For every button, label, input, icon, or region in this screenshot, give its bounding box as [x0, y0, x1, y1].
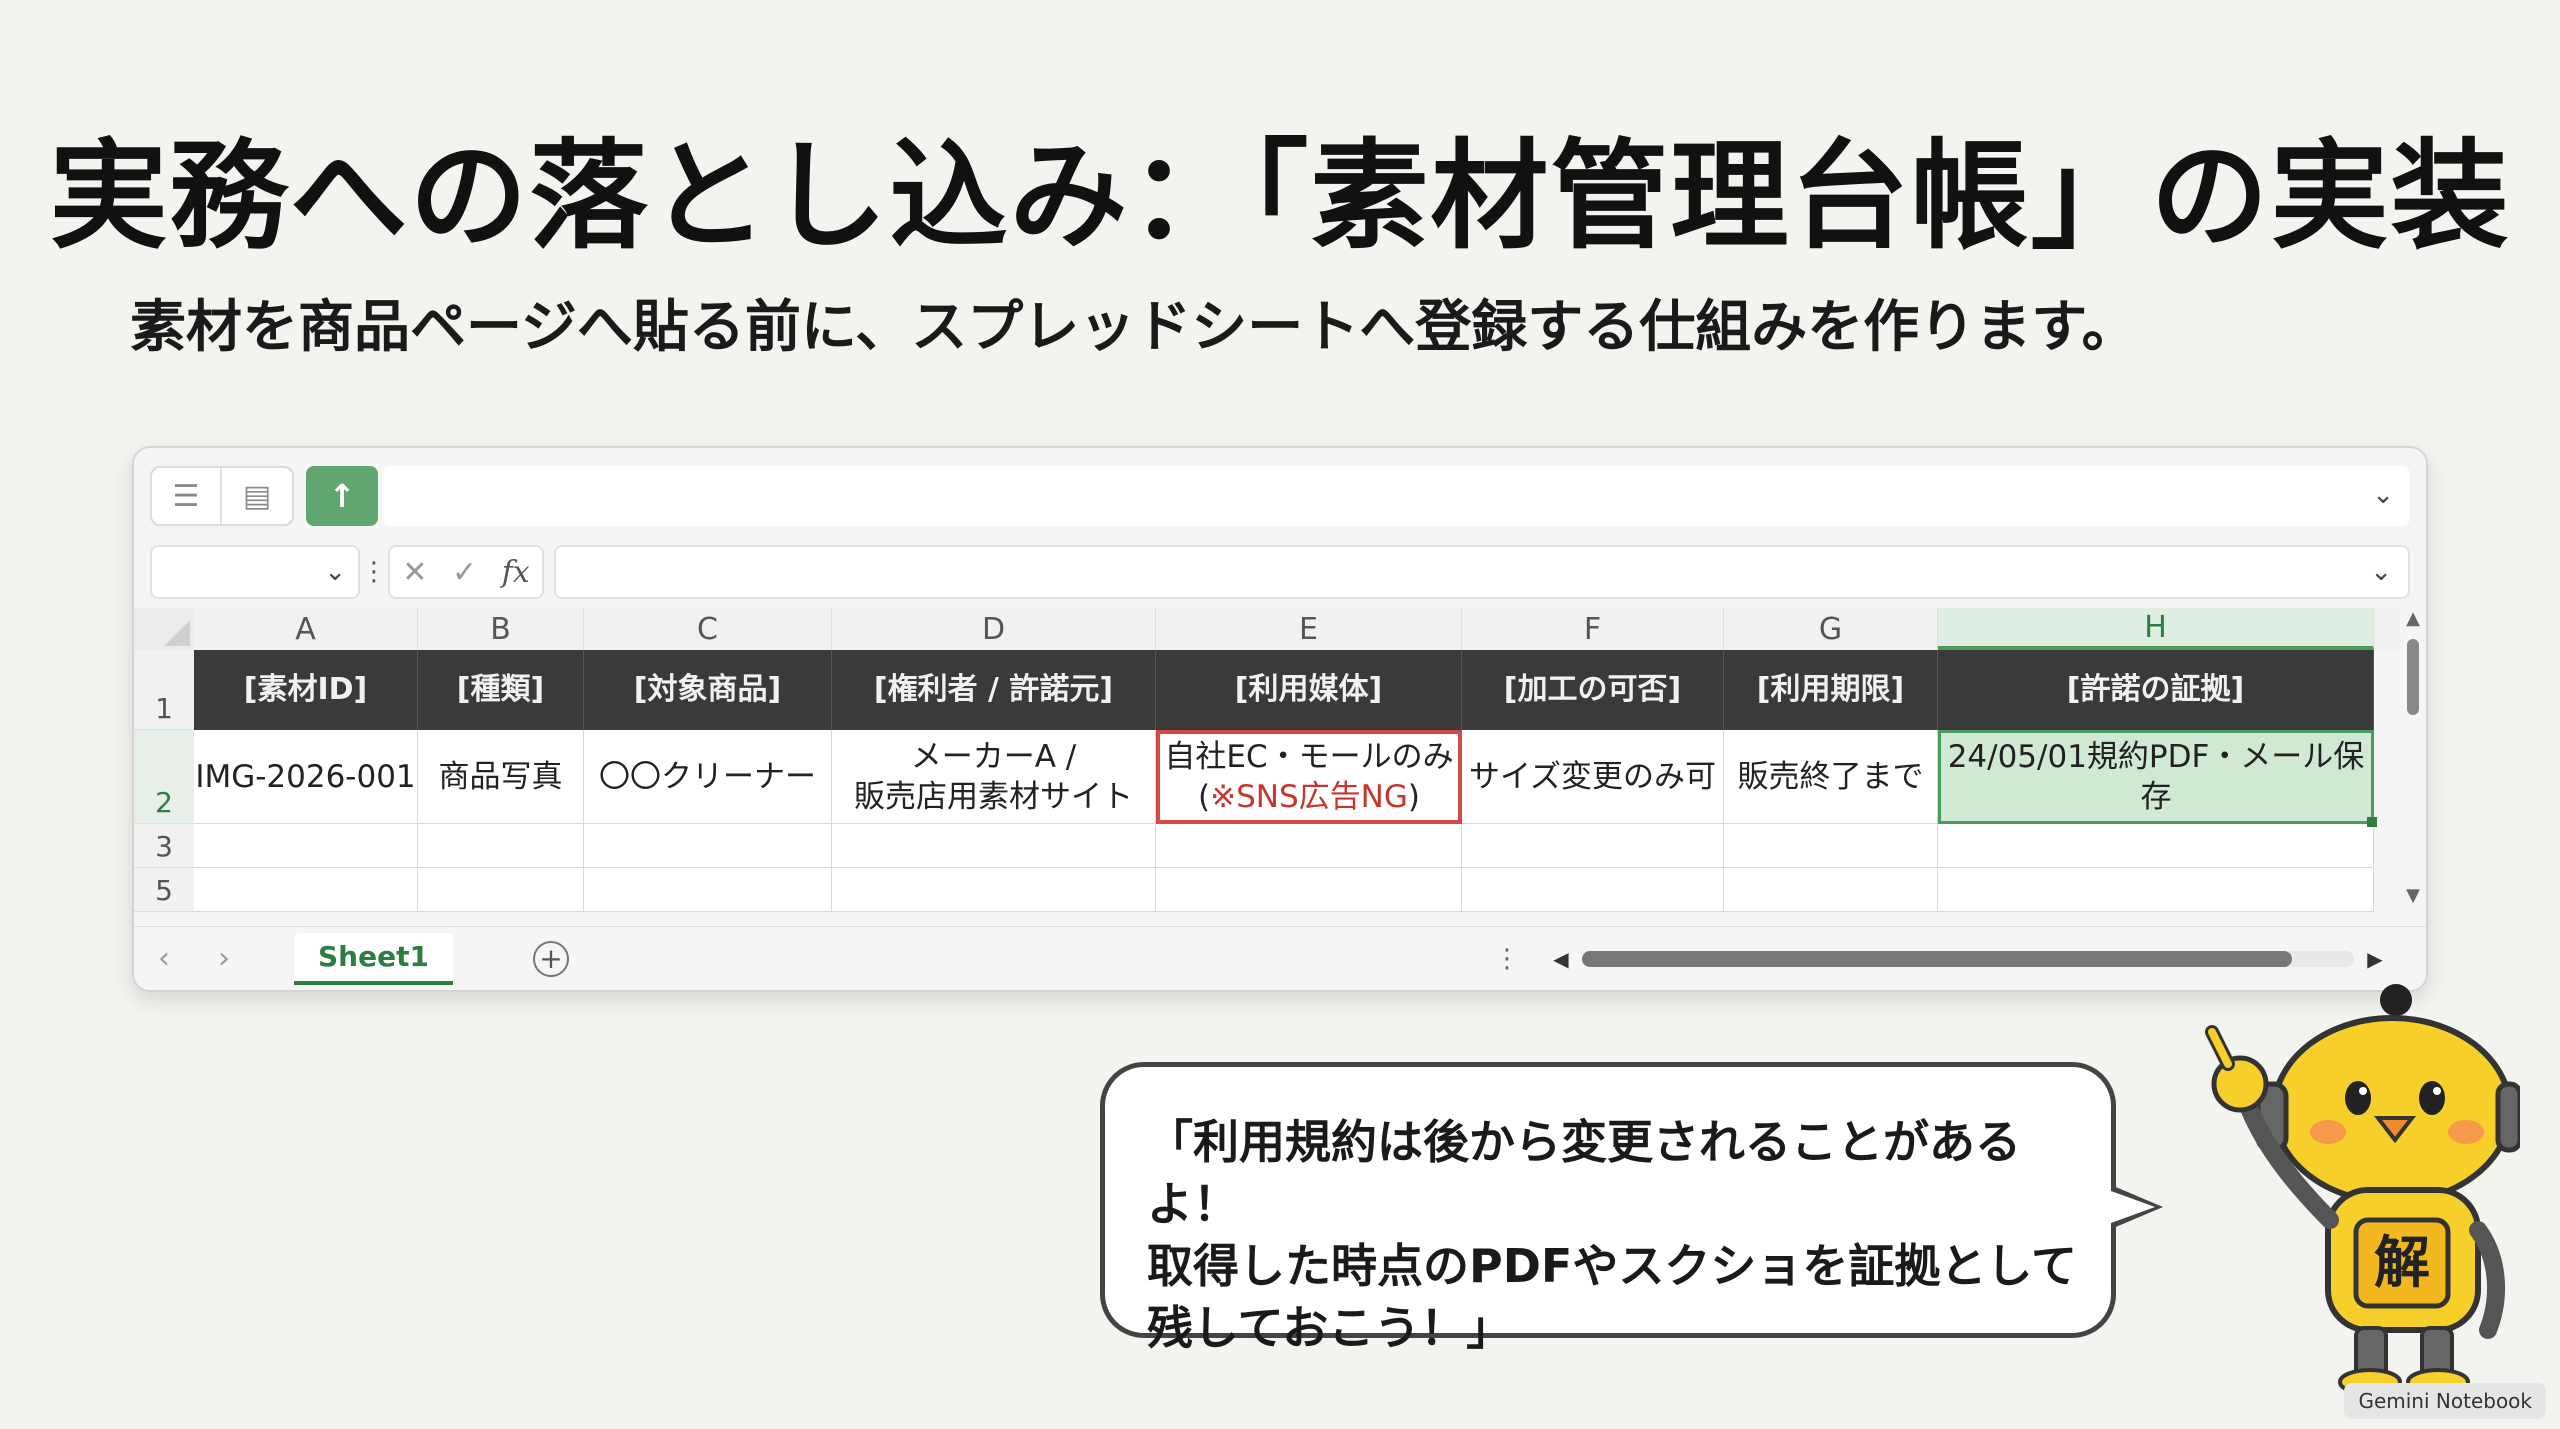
- speech-bubble: 「利用規約は後から変更されることがあるよ！ 取得した時点のPDFやスクショを証拠…: [1100, 1062, 2163, 1355]
- empty-cell[interactable]: [1156, 824, 1462, 868]
- formula-input[interactable]: ⌄: [554, 545, 2410, 599]
- formula-row: ⌄ ⋮ ✕ ✓ fx ⌄: [150, 544, 2410, 600]
- cell-e2[interactable]: 自社EC・モールのみ (※SNS広告NG): [1156, 730, 1462, 824]
- row-header-3[interactable]: 3: [134, 824, 194, 868]
- cell-a2[interactable]: IMG-2026-001: [194, 730, 418, 824]
- mascot-badge: 解: [2374, 1231, 2430, 1296]
- empty-cell[interactable]: [194, 868, 418, 912]
- cell-e2-line1: 自社EC・モールのみ: [1164, 739, 1454, 775]
- page-title: 実務への落とし込み：「素材管理台帳」の実装: [49, 127, 2511, 265]
- empty-cell[interactable]: [1462, 824, 1724, 868]
- scroll-down-icon[interactable]: ▼: [2400, 885, 2426, 906]
- empty-cell[interactable]: [1724, 868, 1938, 912]
- upload-button[interactable]: ↑: [306, 466, 378, 526]
- column-header-h[interactable]: H: [1938, 608, 2374, 650]
- column-header-f[interactable]: F: [1462, 608, 1724, 650]
- speech-bubble-text: 「利用規約は後から変更されることがあるよ！ 取得した時点のPDFやスクショを証拠…: [1147, 1115, 2077, 1355]
- column-headers: A B C D E F G H: [134, 608, 2404, 650]
- empty-cell[interactable]: [584, 868, 832, 912]
- column-header-d[interactable]: D: [832, 608, 1156, 650]
- scroll-left-icon[interactable]: ◀: [1548, 947, 1574, 971]
- header-cell-editing[interactable]: [加工の可否]: [1462, 650, 1724, 730]
- row-header-1[interactable]: 1: [134, 650, 194, 730]
- scroll-up-icon[interactable]: ▲: [2400, 608, 2426, 629]
- column-header-a[interactable]: A: [194, 608, 418, 650]
- column-header-g[interactable]: G: [1724, 608, 1938, 650]
- cell-g2[interactable]: 販売終了まで: [1724, 730, 1938, 824]
- name-box[interactable]: ⌄: [150, 545, 360, 599]
- row-header-2[interactable]: 2: [134, 730, 194, 824]
- add-sheet-icon[interactable]: +: [532, 940, 569, 977]
- cell-e2-line2: (※SNS広告NG): [1198, 779, 1420, 815]
- empty-cell[interactable]: [418, 868, 584, 912]
- cell-c2[interactable]: 〇〇クリーナー: [584, 730, 832, 824]
- cell-b2[interactable]: 商品写真: [418, 730, 584, 824]
- cell-d2[interactable]: メーカーA / 販売店用素材サイト: [832, 730, 1156, 824]
- header-cell-type[interactable]: [種類]: [418, 650, 584, 730]
- empty-cell[interactable]: [1724, 824, 1938, 868]
- empty-cell[interactable]: [1462, 868, 1724, 912]
- chevron-down-icon[interactable]: ⌄: [2372, 480, 2394, 510]
- scroll-right-icon[interactable]: ▶: [2362, 947, 2388, 971]
- table-row: 5: [134, 868, 2404, 912]
- empty-cell[interactable]: [1938, 868, 2374, 912]
- sns-ng-note: ※SNS広告NG: [1210, 779, 1408, 815]
- sheet-tab-sheet1[interactable]: Sheet1: [294, 932, 453, 985]
- page-subtitle: 素材を商品ページへ貼る前に、スプレッドシートへ登録する仕組みを作ります。: [130, 295, 2138, 360]
- mascot-robot-icon: 解: [2205, 984, 2520, 1396]
- empty-cell[interactable]: [832, 868, 1156, 912]
- horizontal-scroll-track[interactable]: [1582, 950, 2354, 967]
- sheet-tab-bar: ‹ › Sheet1 + ⋮ ◀ ▶: [134, 926, 2426, 990]
- next-sheet-icon[interactable]: ›: [194, 941, 254, 976]
- more-icon[interactable]: ⋮: [1494, 944, 1520, 974]
- header-cell-asset-id[interactable]: [素材ID]: [194, 650, 418, 730]
- table-row: 1 [素材ID] [種類] [対象商品] [権利者 / 許諾元] [利用媒体] …: [134, 650, 2404, 730]
- empty-cell[interactable]: [584, 824, 832, 868]
- empty-cell[interactable]: [832, 824, 1156, 868]
- view-toggle: ☰ ▤: [150, 466, 294, 526]
- toolbar-field[interactable]: ⌄: [382, 466, 2410, 526]
- chevron-down-icon[interactable]: ⌄: [324, 557, 346, 587]
- select-all-corner[interactable]: [134, 608, 194, 650]
- header-cell-proof[interactable]: [許諾の証拠]: [1938, 650, 2374, 730]
- header-cell-rights-holder[interactable]: [権利者 / 許諾元]: [832, 650, 1156, 730]
- empty-cell[interactable]: [1156, 868, 1462, 912]
- horizontal-scroll-thumb[interactable]: [1582, 950, 2293, 967]
- table-row: 2 IMG-2026-001 商品写真 〇〇クリーナー メーカーA / 販売店用…: [134, 730, 2404, 827]
- vertical-scroll-thumb[interactable]: [2407, 639, 2419, 715]
- more-icon[interactable]: ⋮: [360, 557, 388, 587]
- empty-cell[interactable]: [418, 824, 584, 868]
- cancel-icon[interactable]: ✕: [402, 555, 427, 590]
- column-header-c[interactable]: C: [584, 608, 832, 650]
- empty-cell[interactable]: [194, 824, 418, 868]
- prev-sheet-icon[interactable]: ‹: [134, 941, 194, 976]
- vertical-scrollbar[interactable]: ▲ ▼: [2400, 608, 2426, 908]
- column-header-b[interactable]: B: [418, 608, 584, 650]
- row-header-5[interactable]: 5: [134, 868, 194, 912]
- list-view-icon[interactable]: ☰: [152, 468, 222, 524]
- empty-cell[interactable]: [1938, 824, 2374, 868]
- confirm-icon[interactable]: ✓: [452, 555, 477, 590]
- spreadsheet-window: ☰ ▤ ↑ ⌄ ⌄ ⋮ ✕ ✓ fx ⌄ A B C D E F G H 1 […: [132, 446, 2428, 992]
- sheet-view-icon[interactable]: ▤: [222, 468, 292, 524]
- watermark: Gemini Notebook: [2344, 1383, 2546, 1419]
- horizontal-scrollbar[interactable]: ◀ ▶: [1548, 944, 2388, 974]
- function-icon[interactable]: fx: [502, 555, 530, 590]
- header-cell-media[interactable]: [利用媒体]: [1156, 650, 1462, 730]
- table-row: 3: [134, 824, 2404, 868]
- cell-f2[interactable]: サイズ変更のみ可: [1462, 730, 1724, 824]
- header-cell-period[interactable]: [利用期限]: [1724, 650, 1938, 730]
- header-cell-product[interactable]: [対象商品]: [584, 650, 832, 730]
- column-header-e[interactable]: E: [1156, 608, 1462, 650]
- chevron-down-icon[interactable]: ⌄: [2370, 557, 2392, 587]
- formula-controls: ✕ ✓ fx: [388, 545, 544, 599]
- cell-h2[interactable]: 24/05/01規約PDF・メール保存: [1938, 730, 2377, 827]
- toolbar: ☰ ▤ ↑ ⌄: [150, 464, 2410, 528]
- cell-grid: A B C D E F G H 1 [素材ID] [種類] [対象商品] [権利…: [134, 608, 2404, 912]
